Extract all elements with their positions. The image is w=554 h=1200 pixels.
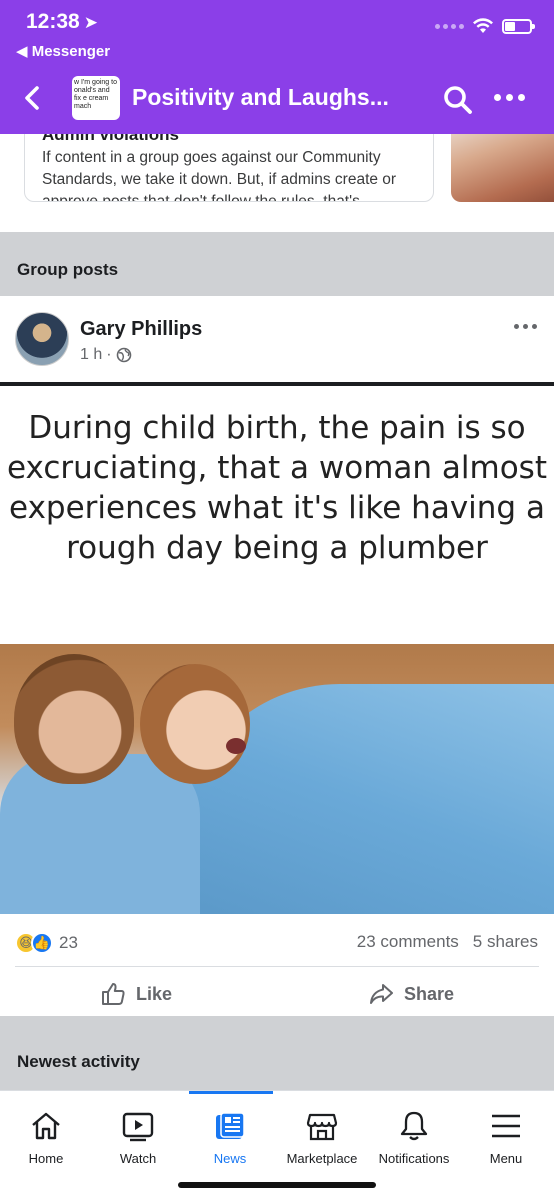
location-arrow-icon: ➤ [83, 13, 98, 32]
home-icon [32, 1112, 60, 1140]
tab-watch[interactable]: Watch [88, 1091, 188, 1175]
battery-icon [502, 18, 535, 34]
status-time: 12:38 ➤ [26, 10, 98, 33]
news-icon [216, 1112, 245, 1139]
post-meta: 1 h · [80, 346, 132, 364]
reaction-summary[interactable]: 😆 👍 23 [15, 932, 78, 954]
tab-menu[interactable]: Menu [456, 1091, 554, 1175]
globe-icon [116, 347, 131, 363]
tab-label: Marketplace [286, 1151, 358, 1166]
post-stats: 23 comments 5 shares [357, 932, 538, 952]
tab-marketplace[interactable]: Marketplace [272, 1091, 372, 1175]
divider [15, 966, 539, 967]
post-card: Gary Phillips 1 h · During child birth, … [0, 296, 554, 1016]
home-indicator[interactable] [178, 1182, 376, 1188]
tab-notifications[interactable]: Notifications [364, 1091, 464, 1175]
status-indicators [435, 18, 535, 34]
meta-separator: · [106, 346, 112, 363]
post-more-icon[interactable] [514, 324, 537, 329]
tab-news[interactable]: News [180, 1091, 280, 1175]
group-posts-header: Group posts [0, 234, 554, 296]
marketplace-icon [306, 1113, 338, 1141]
watch-icon [122, 1112, 154, 1142]
newest-activity-label: Newest activity [17, 1052, 140, 1071]
like-reaction-icon: 👍 [31, 932, 53, 954]
more-options-icon[interactable] [494, 94, 528, 106]
wifi-icon [473, 18, 493, 33]
share-label: Share [404, 983, 455, 1004]
group-thumbnail[interactable]: w I'm going to onald's and fix e cream m… [72, 76, 120, 120]
tab-label: Menu [489, 1151, 523, 1166]
reaction-count: 23 [59, 933, 78, 952]
post-author[interactable]: Gary Phillips [80, 318, 202, 341]
group-posts-label: Group posts [17, 260, 119, 279]
comments-count[interactable]: 23 comments [357, 932, 459, 952]
meme-caption: During child birth, the pain is so excru… [7, 410, 547, 566]
post-time[interactable]: 1 h [80, 346, 102, 364]
shares-count[interactable]: 5 shares [473, 932, 538, 952]
newest-activity-header: Newest activity [0, 1016, 554, 1090]
tab-label: News [213, 1151, 247, 1166]
tab-home[interactable]: Home [0, 1091, 96, 1175]
share-button[interactable]: Share [368, 976, 454, 1012]
post-image[interactable]: During child birth, the pain is so excru… [0, 382, 554, 914]
app-header: 12:38 ➤ ◀ Messenger w I'm going to onald'… [0, 0, 554, 134]
bell-icon [400, 1111, 428, 1141]
back-to-messenger[interactable]: ◀ Messenger [16, 42, 110, 60]
tab-label: Home [28, 1151, 64, 1166]
menu-icon [492, 1114, 520, 1138]
tab-label: Watch [119, 1151, 157, 1166]
tab-label: Notifications [378, 1151, 450, 1166]
like-label: Like [136, 983, 173, 1004]
share-arrow-icon [370, 984, 393, 1004]
back-arrow-icon[interactable] [18, 82, 48, 114]
signal-icon [435, 23, 464, 29]
card-body: If content in a group goes against our C… [42, 149, 397, 202]
thumbs-up-icon [102, 983, 125, 1005]
like-button[interactable]: Like [100, 976, 172, 1012]
search-icon[interactable] [442, 84, 474, 116]
meme-photo [0, 644, 554, 914]
avatar[interactable] [15, 312, 69, 366]
group-title[interactable]: Positivity and Laughs... [132, 84, 389, 111]
